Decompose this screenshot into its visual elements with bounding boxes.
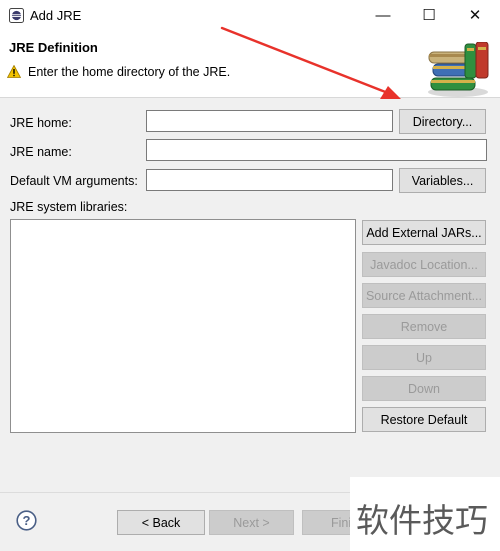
- jre-home-label: JRE home:: [10, 116, 72, 130]
- header-message: Enter the home directory of the JRE.: [28, 65, 231, 79]
- wizard-header: JRE Definition Enter the home directory …: [0, 30, 500, 98]
- page-title: JRE Definition: [9, 40, 98, 55]
- svg-text:?: ?: [23, 513, 31, 528]
- javadoc-location-button[interactable]: Javadoc Location...: [362, 252, 486, 277]
- minimize-icon: —: [375, 6, 391, 24]
- add-external-jars-button[interactable]: Add External JARs...: [362, 220, 486, 245]
- watermark-text: 软件技巧: [356, 501, 488, 540]
- libraries-list[interactable]: [10, 219, 356, 433]
- remove-button[interactable]: Remove: [362, 314, 486, 339]
- help-icon[interactable]: ?: [16, 510, 37, 531]
- libraries-label: JRE system libraries:: [10, 200, 128, 214]
- close-button[interactable]: ✕: [452, 0, 498, 30]
- books-icon: [428, 42, 489, 97]
- close-icon: ✕: [468, 7, 482, 24]
- variables-button[interactable]: Variables...: [399, 168, 486, 193]
- vm-args-input[interactable]: [146, 169, 393, 191]
- down-button[interactable]: Down: [362, 376, 486, 401]
- jre-name-input[interactable]: [146, 139, 487, 161]
- title-bar: Add JRE — ☐ ✕: [0, 0, 500, 30]
- minimize-button[interactable]: —: [360, 0, 406, 30]
- restore-default-button[interactable]: Restore Default: [362, 407, 486, 432]
- jre-name-label: JRE name:: [10, 145, 72, 159]
- source-attachment-button[interactable]: Source Attachment...: [362, 283, 486, 308]
- up-button[interactable]: Up: [362, 345, 486, 370]
- warning-icon: [7, 65, 21, 78]
- window-title: Add JRE: [30, 8, 82, 23]
- directory-button[interactable]: Directory...: [399, 109, 486, 134]
- vm-args-label: Default VM arguments:: [10, 174, 138, 188]
- eclipse-app-icon: [9, 8, 24, 23]
- maximize-button[interactable]: ☐: [406, 0, 452, 30]
- maximize-icon: ☐: [422, 7, 436, 24]
- next-button[interactable]: Next >: [209, 510, 294, 535]
- back-button[interactable]: < Back: [117, 510, 205, 535]
- jre-home-input[interactable]: [146, 110, 393, 132]
